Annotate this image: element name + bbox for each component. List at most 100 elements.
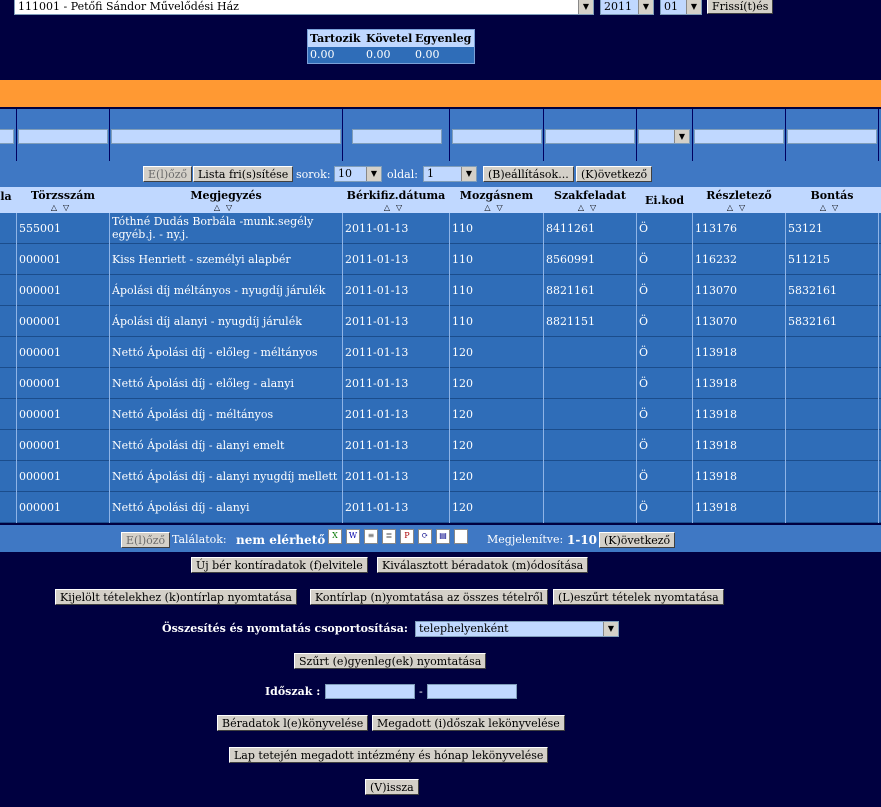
text-icon[interactable]: ≡ xyxy=(364,529,378,544)
cell-eikod: Ö xyxy=(639,438,649,452)
column-header-eikod[interactable]: Ei.kod xyxy=(637,195,692,207)
table-row[interactable]: 000001 Nettó Ápolási díj - előleg - alany… xyxy=(0,368,881,399)
cell-datum: 2011-01-13 xyxy=(345,345,409,359)
next-page-button[interactable]: (K)övetkező xyxy=(576,166,653,182)
table-row[interactable]: 000001 Kiss Henriett - személyi alapbér 20… xyxy=(0,244,881,275)
table-row[interactable]: 000001 Nettó Ápolási díj - alanyi nyugdíj… xyxy=(0,461,881,492)
column-header-datum[interactable]: Bérkifiz.dátuma △▽ xyxy=(343,190,449,214)
column-header-torzsszam[interactable]: Törzsszám △▽ xyxy=(17,190,109,214)
balance-header-balance: Egyenleg xyxy=(415,32,472,45)
results-value: nem elérhető xyxy=(236,533,326,547)
filter-input-szakfeladat[interactable] xyxy=(545,129,635,144)
cell-datum: 2011-01-13 xyxy=(345,407,409,421)
table-row[interactable]: 555001 Tóthné Dudás Borbála -munk.segély … xyxy=(0,213,881,244)
column-header-reszletezo[interactable]: Részletező △▽ xyxy=(693,190,785,214)
cell-szakfeladat xyxy=(546,399,634,429)
year-select[interactable]: 2011 ▼ xyxy=(600,0,654,15)
table-row[interactable]: 000001 Nettó Ápolási díj - alanyi 2011-01-… xyxy=(0,492,881,523)
results-label: Találatok: xyxy=(172,533,227,546)
cell-szakfeladat xyxy=(546,368,634,398)
cell-bontas: 53121 xyxy=(788,221,823,235)
filter-input-bontas[interactable] xyxy=(787,129,877,144)
cell-megjegyzes: Nettó Ápolási díj - előleg - alanyi xyxy=(112,376,294,390)
column-header-la[interactable]: la xyxy=(0,191,12,203)
institution-select[interactable]: 111001 - Petőfi Sándor Művelődési Ház ▼ xyxy=(14,0,594,15)
filter-select-eikod[interactable]: ▼ xyxy=(638,129,690,144)
print-selected-button[interactable]: Kijelölt tételekhez (k)ontírlap nyomtatá… xyxy=(55,589,297,605)
filter-input-reszletezo[interactable] xyxy=(694,129,784,144)
filter-input-torzsszam[interactable] xyxy=(18,129,108,144)
period-label: Időszak : xyxy=(265,685,321,698)
html-icon[interactable]: ▤ xyxy=(436,529,450,544)
balance-balance-value: 0.00 xyxy=(415,48,440,61)
cell-reszletezo: 116232 xyxy=(695,252,737,266)
table-row[interactable]: 000001 Nettó Ápolási díj - alanyi emelt 20… xyxy=(0,430,881,461)
cell-torzsszam: 000001 xyxy=(19,283,61,297)
cell-eikod: Ö xyxy=(639,221,649,235)
grouping-select-value: telephelyenként xyxy=(419,622,509,635)
shown-value: 1-10 xyxy=(567,533,598,547)
grouping-select[interactable]: telephelyenként ▼ xyxy=(415,621,619,637)
print-all-button[interactable]: Kontírlap (n)yomtatása az összes tételrő… xyxy=(310,589,549,605)
table-row[interactable]: 000001 Nettó Ápolási díj - előleg - méltá… xyxy=(0,337,881,368)
grouping-label: Összesítés és nyomtatás csoportosítása: xyxy=(162,622,408,635)
excel-icon[interactable]: X xyxy=(328,529,342,544)
cell-reszletezo: 113070 xyxy=(695,314,737,328)
prev-page-button[interactable]: E(l)őző xyxy=(143,166,193,182)
word-icon[interactable]: W xyxy=(346,529,360,544)
cell-mozgasnem: 120 xyxy=(452,438,473,452)
filter-input-megjegyzes[interactable] xyxy=(111,129,341,144)
column-header-megjegyzes[interactable]: Megjegyzés △▽ xyxy=(110,190,342,214)
balance-credit-value: 0.00 xyxy=(366,48,391,61)
modify-entry-button[interactable]: Kiválasztott béradatok (m)ódosítása xyxy=(377,557,589,573)
period-dash: - xyxy=(419,685,423,698)
filter-input-datum[interactable] xyxy=(352,129,442,144)
refresh-button[interactable]: Frissí(t)és xyxy=(707,0,774,14)
institution-select-value: 111001 - Petőfi Sándor Művelődési Ház xyxy=(18,0,239,13)
cell-datum: 2011-01-13 xyxy=(345,221,409,235)
cell-eikod: Ö xyxy=(639,252,649,266)
column-header-mozgasnem[interactable]: Mozgásnem △▽ xyxy=(450,190,543,214)
table-row[interactable]: 000001 Nettó Ápolási díj - méltányos 2011-… xyxy=(0,399,881,430)
period-end-input[interactable] xyxy=(427,684,517,699)
table-row[interactable]: 000001 Ápolási díj méltányos - nyugdíj já… xyxy=(0,275,881,306)
cell-torzsszam: 000001 xyxy=(19,438,61,452)
table-row[interactable]: 000001 Ápolási díj alanyi - nyugdíj járul… xyxy=(0,306,881,337)
blank-page-icon[interactable] xyxy=(454,529,468,544)
rows-per-page-select[interactable]: 10 ▼ xyxy=(334,166,382,182)
book-entries-button[interactable]: Béradatok l(e)könyvelése xyxy=(217,715,369,731)
filter-separator xyxy=(449,109,450,161)
chart-icon[interactable]: ⟳ xyxy=(418,529,432,544)
year-select-value: 2011 xyxy=(604,0,632,13)
new-entry-button[interactable]: Új bér kontíradatok (f)elvitele xyxy=(191,557,368,573)
table-header: la Törzsszám △▽ Megjegyzés △▽ Bérkifiz.dát… xyxy=(0,187,881,213)
cell-szakfeladat: 8411261 xyxy=(546,221,595,235)
column-separator xyxy=(692,213,693,523)
data-table: 555001 Tóthné Dudás Borbála -munk.segély … xyxy=(0,213,881,523)
cell-megjegyzes: Nettó Ápolási díj - alanyi emelt xyxy=(112,438,285,452)
book-period-button[interactable]: Megadott (i)dőszak lekönyvelése xyxy=(372,715,565,731)
print-balance-button[interactable]: Szűrt (e)gyenleg(ek) nyomtatása xyxy=(294,653,487,669)
pdf-icon[interactable]: P xyxy=(400,529,414,544)
print-filtered-button[interactable]: (L)eszűrt tételek nyomtatása xyxy=(553,589,724,605)
column-header-bontas[interactable]: Bontás △▽ xyxy=(786,190,878,214)
cell-eikod: Ö xyxy=(639,469,649,483)
period-start-input[interactable] xyxy=(325,684,415,699)
refresh-list-button[interactable]: Lista fri(s)sítése xyxy=(193,166,294,182)
filter-input-mozgasnem[interactable] xyxy=(452,129,542,144)
cell-mozgasnem: 110 xyxy=(452,314,473,328)
settings-button[interactable]: (B)eállítások... xyxy=(483,166,574,182)
filter-input-la[interactable] xyxy=(0,129,14,144)
filter-separator xyxy=(636,109,637,161)
cell-eikod: Ö xyxy=(639,345,649,359)
cell-eikod: Ö xyxy=(639,407,649,421)
footer-next-button[interactable]: (K)övetkező xyxy=(599,532,676,548)
cell-datum: 2011-01-13 xyxy=(345,469,409,483)
month-select[interactable]: 01 ▼ xyxy=(660,0,702,15)
column-header-szakfeladat[interactable]: Szakfeladat △▽ xyxy=(544,190,636,214)
page-select[interactable]: 1 ▼ xyxy=(423,166,477,182)
back-button[interactable]: (V)issza xyxy=(365,779,419,795)
book-page-button[interactable]: Lap tetején megadott intézmény és hónap … xyxy=(229,747,549,763)
document-icon[interactable]: ≣ xyxy=(382,529,396,544)
footer-prev-button[interactable]: E(l)őző xyxy=(121,532,171,548)
